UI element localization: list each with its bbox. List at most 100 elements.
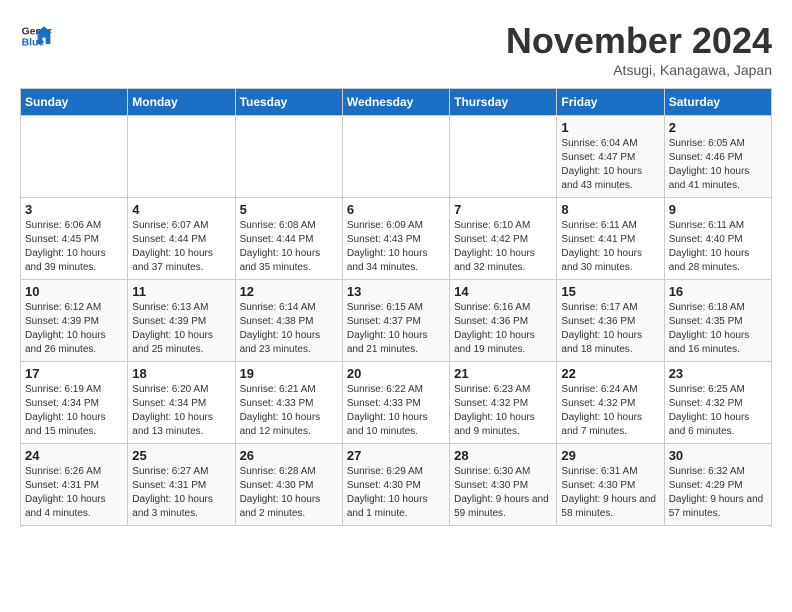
day-cell: 30Sunrise: 6:32 AM Sunset: 4:29 PM Dayli… — [664, 444, 771, 526]
header: General Blue November 2024 Atsugi, Kanag… — [20, 20, 772, 78]
weekday-header-tuesday: Tuesday — [235, 89, 342, 116]
day-info: Sunrise: 6:20 AM Sunset: 4:34 PM Dayligh… — [132, 383, 230, 439]
day-number: 3 — [25, 202, 123, 217]
weekday-header-saturday: Saturday — [664, 89, 771, 116]
day-cell: 12 Sunrise: 6:14 AM Sunset: 4:38 PM Dayli… — [235, 280, 342, 362]
day-number: 9 — [669, 202, 767, 217]
day-number: 10 — [25, 284, 123, 299]
day-cell — [450, 116, 557, 198]
logo-icon: General Blue — [20, 20, 52, 52]
week-row-2: 3 Sunrise: 6:06 AM Sunset: 4:45 PM Daylig… — [21, 198, 772, 280]
day-info: Sunrise: 6:11 AM Sunset: 4:40 PM Dayligh… — [669, 219, 767, 275]
day-cell: 13 Sunrise: 6:15 AM Sunset: 4:37 PM Dayli… — [342, 280, 449, 362]
day-info: Sunrise: 6:27 AM Sunset: 4:31 PM Dayligh… — [132, 465, 230, 521]
day-info: Sunrise: 6:06 AM Sunset: 4:45 PM Dayligh… — [25, 219, 123, 275]
day-cell: 1 Sunrise: 6:04 AM Sunset: 4:47 PM Daylig… — [557, 116, 664, 198]
weekday-header-monday: Monday — [128, 89, 235, 116]
day-info: Sunrise: 6:32 AM Sunset: 4:29 PM Dayligh… — [669, 465, 767, 521]
day-number: 12 — [240, 284, 338, 299]
day-info: Sunrise: 6:17 AM Sunset: 4:36 PM Dayligh… — [561, 301, 659, 357]
day-cell — [235, 116, 342, 198]
calendar-body: 1 Sunrise: 6:04 AM Sunset: 4:47 PM Daylig… — [21, 116, 772, 526]
day-number: 18 — [132, 366, 230, 381]
day-info: Sunrise: 6:22 AM Sunset: 4:33 PM Dayligh… — [347, 383, 445, 439]
weekday-header-wednesday: Wednesday — [342, 89, 449, 116]
day-info: Sunrise: 6:19 AM Sunset: 4:34 PM Dayligh… — [25, 383, 123, 439]
day-cell: 4Sunrise: 6:07 AM Sunset: 4:44 PM Daylig… — [128, 198, 235, 280]
day-number: 17 — [25, 366, 123, 381]
calendar-table: SundayMondayTuesdayWednesdayThursdayFrid… — [20, 88, 772, 526]
day-cell: 27 Sunrise: 6:29 AM Sunset: 4:30 PM Dayli… — [342, 444, 449, 526]
month-title: November 2024 — [506, 20, 772, 62]
day-cell: 23 Sunrise: 6:25 AM Sunset: 4:32 PM Dayli… — [664, 362, 771, 444]
location-subtitle: Atsugi, Kanagawa, Japan — [506, 62, 772, 78]
day-number: 11 — [132, 284, 230, 299]
day-number: 22 — [561, 366, 659, 381]
day-cell: 8 Sunrise: 6:11 AM Sunset: 4:41 PM Daylig… — [557, 198, 664, 280]
day-cell: 2 Sunrise: 6:05 AM Sunset: 4:46 PM Daylig… — [664, 116, 771, 198]
day-number: 1 — [561, 120, 659, 135]
day-number: 8 — [561, 202, 659, 217]
day-info: Sunrise: 6:16 AM Sunset: 4:36 PM Dayligh… — [454, 301, 552, 357]
day-cell — [128, 116, 235, 198]
day-cell: 7Sunrise: 6:10 AM Sunset: 4:42 PM Daylig… — [450, 198, 557, 280]
day-cell: 19 Sunrise: 6:21 AM Sunset: 4:33 PM Dayli… — [235, 362, 342, 444]
title-area: November 2024 Atsugi, Kanagawa, Japan — [506, 20, 772, 78]
day-number: 26 — [240, 448, 338, 463]
day-number: 29 — [561, 448, 659, 463]
day-cell: 25Sunrise: 6:27 AM Sunset: 4:31 PM Dayli… — [128, 444, 235, 526]
day-info: Sunrise: 6:31 AM Sunset: 4:30 PM Dayligh… — [561, 465, 659, 521]
day-info: Sunrise: 6:15 AM Sunset: 4:37 PM Dayligh… — [347, 301, 445, 357]
day-info: Sunrise: 6:29 AM Sunset: 4:30 PM Dayligh… — [347, 465, 445, 521]
day-info: Sunrise: 6:12 AM Sunset: 4:39 PM Dayligh… — [25, 301, 123, 357]
day-cell — [342, 116, 449, 198]
day-cell: 20 Sunrise: 6:22 AM Sunset: 4:33 PM Dayli… — [342, 362, 449, 444]
day-cell: 24 Sunrise: 6:26 AM Sunset: 4:31 PM Dayli… — [21, 444, 128, 526]
day-number: 23 — [669, 366, 767, 381]
day-cell: 17 Sunrise: 6:19 AM Sunset: 4:34 PM Dayli… — [21, 362, 128, 444]
day-info: Sunrise: 6:18 AM Sunset: 4:35 PM Dayligh… — [669, 301, 767, 357]
day-cell: 18 Sunrise: 6:20 AM Sunset: 4:34 PM Dayli… — [128, 362, 235, 444]
week-row-3: 10 Sunrise: 6:12 AM Sunset: 4:39 PM Dayli… — [21, 280, 772, 362]
day-info: Sunrise: 6:23 AM Sunset: 4:32 PM Dayligh… — [454, 383, 552, 439]
day-number: 21 — [454, 366, 552, 381]
day-info: Sunrise: 6:14 AM Sunset: 4:38 PM Dayligh… — [240, 301, 338, 357]
day-number: 13 — [347, 284, 445, 299]
day-cell: 15Sunrise: 6:17 AM Sunset: 4:36 PM Dayli… — [557, 280, 664, 362]
day-number: 16 — [669, 284, 767, 299]
day-info: Sunrise: 6:26 AM Sunset: 4:31 PM Dayligh… — [25, 465, 123, 521]
day-info: Sunrise: 6:30 AM Sunset: 4:30 PM Dayligh… — [454, 465, 552, 521]
day-number: 14 — [454, 284, 552, 299]
weekday-header-row: SundayMondayTuesdayWednesdayThursdayFrid… — [21, 89, 772, 116]
day-info: Sunrise: 6:09 AM Sunset: 4:43 PM Dayligh… — [347, 219, 445, 275]
weekday-header-friday: Friday — [557, 89, 664, 116]
day-cell: 21 Sunrise: 6:23 AM Sunset: 4:32 PM Dayli… — [450, 362, 557, 444]
week-row-4: 17 Sunrise: 6:19 AM Sunset: 4:34 PM Dayli… — [21, 362, 772, 444]
day-cell: 29 Sunrise: 6:31 AM Sunset: 4:30 PM Dayli… — [557, 444, 664, 526]
day-info: Sunrise: 6:21 AM Sunset: 4:33 PM Dayligh… — [240, 383, 338, 439]
day-cell: 6 Sunrise: 6:09 AM Sunset: 4:43 PM Daylig… — [342, 198, 449, 280]
day-number: 19 — [240, 366, 338, 381]
day-info: Sunrise: 6:13 AM Sunset: 4:39 PM Dayligh… — [132, 301, 230, 357]
day-info: Sunrise: 6:04 AM Sunset: 4:47 PM Dayligh… — [561, 137, 659, 193]
day-info: Sunrise: 6:25 AM Sunset: 4:32 PM Dayligh… — [669, 383, 767, 439]
day-number: 7 — [454, 202, 552, 217]
day-cell: 14 Sunrise: 6:16 AM Sunset: 4:36 PM Dayli… — [450, 280, 557, 362]
day-number: 2 — [669, 120, 767, 135]
day-info: Sunrise: 6:28 AM Sunset: 4:30 PM Dayligh… — [240, 465, 338, 521]
day-number: 6 — [347, 202, 445, 217]
day-number: 5 — [240, 202, 338, 217]
day-info: Sunrise: 6:11 AM Sunset: 4:41 PM Dayligh… — [561, 219, 659, 275]
day-number: 24 — [25, 448, 123, 463]
weekday-header-sunday: Sunday — [21, 89, 128, 116]
week-row-1: 1 Sunrise: 6:04 AM Sunset: 4:47 PM Daylig… — [21, 116, 772, 198]
day-cell: 16 Sunrise: 6:18 AM Sunset: 4:35 PM Dayli… — [664, 280, 771, 362]
day-cell: 28Sunrise: 6:30 AM Sunset: 4:30 PM Dayli… — [450, 444, 557, 526]
day-info: Sunrise: 6:07 AM Sunset: 4:44 PM Dayligh… — [132, 219, 230, 275]
day-cell: 26 Sunrise: 6:28 AM Sunset: 4:30 PM Dayli… — [235, 444, 342, 526]
day-number: 20 — [347, 366, 445, 381]
day-info: Sunrise: 6:05 AM Sunset: 4:46 PM Dayligh… — [669, 137, 767, 193]
day-number: 27 — [347, 448, 445, 463]
day-cell: 3 Sunrise: 6:06 AM Sunset: 4:45 PM Daylig… — [21, 198, 128, 280]
weekday-header-thursday: Thursday — [450, 89, 557, 116]
